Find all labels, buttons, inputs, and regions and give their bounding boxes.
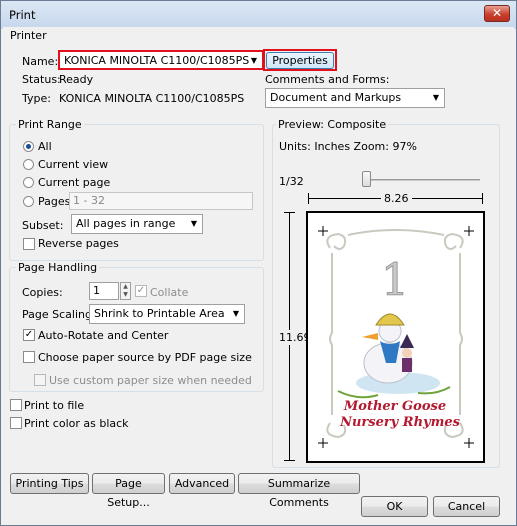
- pages-range-input[interactable]: 1 - 32: [69, 192, 253, 210]
- collate-checkbox[interactable]: ✓: [135, 285, 147, 297]
- height-tick-bottom: [284, 460, 295, 461]
- reverse-pages-checkbox[interactable]: [23, 238, 35, 250]
- radio-pages-label[interactable]: Pages: [38, 195, 70, 208]
- radio-pages[interactable]: [23, 196, 34, 207]
- advanced-button[interactable]: Advanced: [169, 473, 235, 494]
- status-label: Status:: [22, 73, 61, 86]
- status-value: Ready: [59, 73, 94, 86]
- print-dialog: Print ✕ Printer Name: KONICA MINOLTA C11…: [0, 0, 517, 526]
- page-scaling-label: Page Scaling:: [22, 308, 96, 321]
- reverse-pages-label[interactable]: Reverse pages: [38, 237, 119, 250]
- print-range-title: Print Range: [16, 118, 84, 131]
- color-as-black-checkbox[interactable]: [10, 417, 22, 429]
- chevron-down-icon: ▼: [250, 56, 258, 65]
- width-value: 8.26: [381, 192, 412, 205]
- cancel-button[interactable]: Cancel: [433, 496, 500, 517]
- radio-current-page[interactable]: [23, 177, 34, 188]
- close-button[interactable]: ✕: [484, 5, 510, 22]
- printer-name-value: KONICA MINOLTA C1100/C1085PS: [64, 54, 250, 67]
- collate-label[interactable]: Collate: [150, 286, 188, 299]
- units-zoom-text: Units: Inches Zoom: 97%: [279, 140, 417, 153]
- print-to-file-checkbox[interactable]: [10, 399, 22, 411]
- copies-stepper[interactable]: ▲ ▼: [120, 282, 131, 300]
- radio-all[interactable]: [23, 141, 34, 152]
- type-value: KONICA MINOLTA C1100/C1085PS: [59, 92, 245, 105]
- comments-forms-label: Comments and Forms:: [265, 73, 390, 86]
- subset-select[interactable]: All pages in range ▼: [71, 214, 203, 234]
- printer-group-title: Printer: [10, 29, 47, 42]
- page-slider-thumb[interactable]: [362, 171, 371, 187]
- custom-paper-label[interactable]: Use custom paper size when needed: [49, 374, 252, 387]
- radio-all-label[interactable]: All: [38, 140, 52, 153]
- page-indicator: 1/32: [279, 175, 304, 188]
- custom-paper-checkbox[interactable]: [34, 374, 46, 386]
- printer-name-select[interactable]: KONICA MINOLTA C1100/C1085PS ▼: [58, 50, 264, 70]
- radio-current-page-label[interactable]: Current page: [38, 176, 110, 189]
- properties-button[interactable]: Properties: [266, 52, 334, 69]
- summarize-comments-button[interactable]: Summarize Comments: [238, 473, 360, 509]
- ok-button[interactable]: OK: [361, 496, 428, 517]
- preview-title: Preview: Composite: [276, 118, 389, 131]
- radio-current-view-label[interactable]: Current view: [38, 158, 108, 171]
- chevron-down-icon: ▼: [190, 219, 198, 228]
- title-bar[interactable]: Print ✕: [1, 1, 516, 29]
- book-title-line2: Nursery Rhymes: [339, 415, 461, 430]
- chevron-down-icon: ▼: [232, 309, 240, 318]
- book-title-line1: Mother Goose: [343, 399, 446, 414]
- print-to-file-label[interactable]: Print to file: [24, 399, 84, 412]
- chevron-down-icon: ▼: [432, 93, 440, 102]
- page-slider-track[interactable]: [366, 179, 480, 181]
- auto-rotate-label[interactable]: Auto-Rotate and Center: [38, 329, 168, 342]
- subset-value: All pages in range: [76, 217, 176, 230]
- page-number-art: 1: [381, 255, 409, 306]
- width-tick-right: [482, 193, 483, 204]
- comments-forms-select[interactable]: Document and Markups ▼: [265, 88, 445, 108]
- page-preview: 1 Mother Goose Nursery Rhymes: [306, 211, 485, 463]
- radio-current-view[interactable]: [23, 159, 34, 170]
- copies-label: Copies:: [22, 286, 63, 299]
- copies-input[interactable]: 1: [89, 282, 119, 300]
- subset-label: Subset:: [22, 219, 64, 232]
- page-setup-button[interactable]: Page Setup...: [92, 473, 165, 509]
- printing-tips-button[interactable]: Printing Tips: [10, 473, 89, 494]
- comments-forms-value: Document and Markups: [270, 91, 402, 104]
- window-title: Print: [9, 8, 36, 22]
- dialog-body: Printer Name: KONICA MINOLTA C1100/C1085…: [3, 27, 514, 523]
- paper-source-checkbox[interactable]: [23, 351, 35, 363]
- auto-rotate-checkbox[interactable]: ✓: [23, 329, 35, 341]
- color-as-black-label[interactable]: Print color as black: [24, 417, 129, 430]
- printer-name-label: Name:: [22, 55, 59, 68]
- page-scaling-value: Shrink to Printable Area: [94, 307, 225, 320]
- page-art: 1 Mother Goose Nursery Rhymes: [318, 226, 474, 448]
- paper-source-label[interactable]: Choose paper source by PDF page size: [38, 351, 252, 364]
- page-handling-title: Page Handling: [16, 261, 100, 274]
- page-scaling-select[interactable]: Shrink to Printable Area ▼: [89, 304, 245, 324]
- type-label: Type:: [22, 92, 51, 105]
